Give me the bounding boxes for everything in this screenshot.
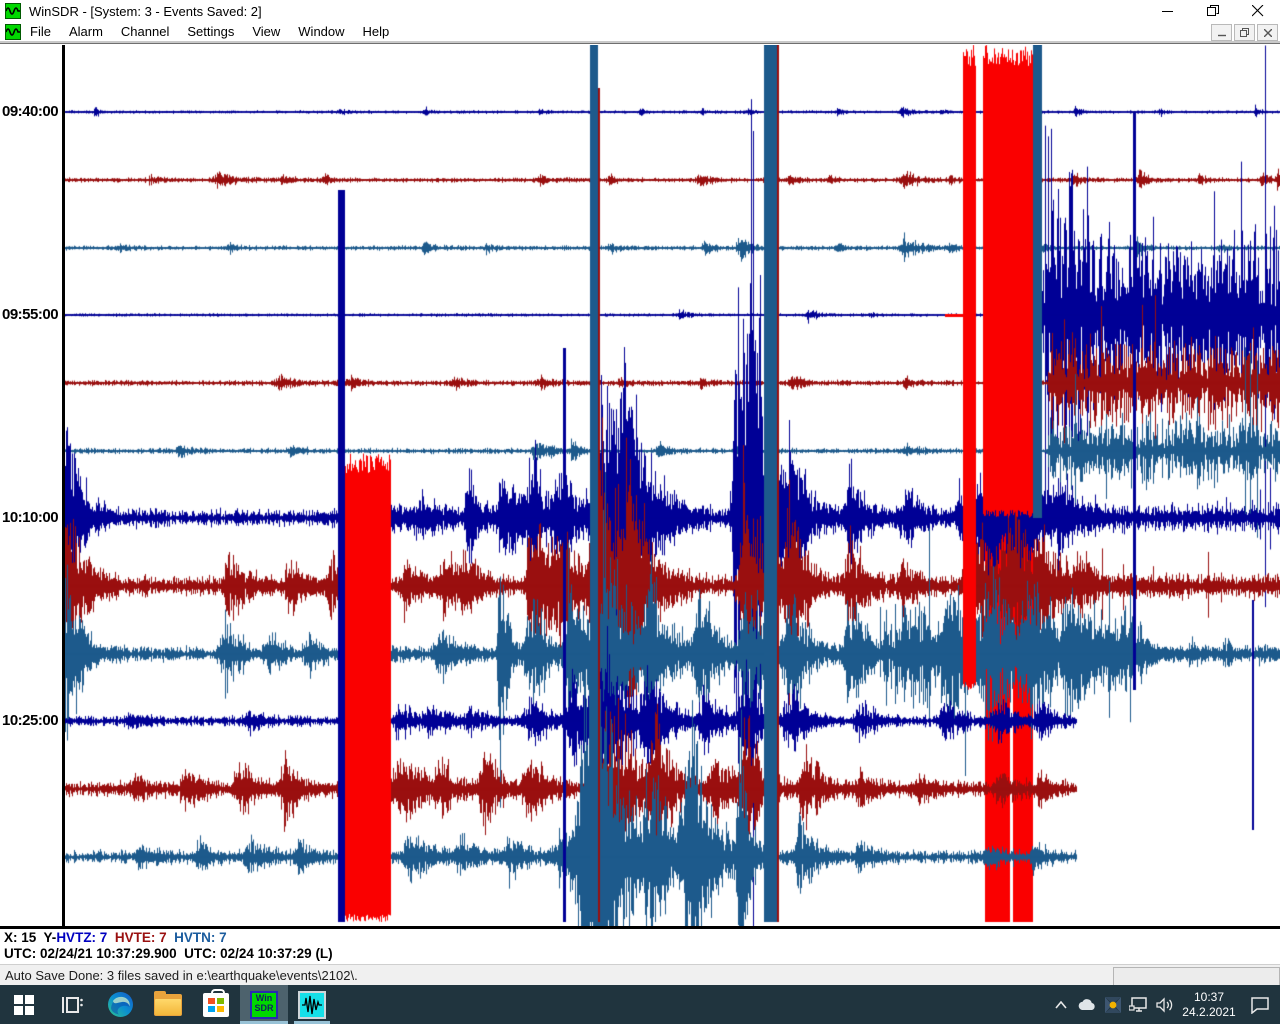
status-bar-panel	[1113, 967, 1280, 986]
channel-hvtn-value: HVTN: 7	[174, 930, 227, 945]
winsdr-app-icon	[5, 3, 21, 19]
task-view-button[interactable]	[48, 985, 96, 1024]
utc-time-local: UTC: 02/24 10:37:29 (L)	[184, 946, 333, 961]
taskbar-winsdr-button[interactable]: WinSDR	[240, 985, 288, 1024]
action-center-button[interactable]	[1240, 985, 1280, 1024]
time-label-margin: 09:40:00 09:55:00 10:10:00 10:25:00	[0, 45, 62, 926]
edge-icon	[107, 991, 134, 1018]
wave-app-icon	[298, 991, 326, 1019]
mdi-minimize-button[interactable]	[1211, 24, 1232, 41]
taskbar-clock[interactable]: 10:37 24.2.2021	[1178, 990, 1240, 1020]
taskbar-edge-button[interactable]	[96, 985, 144, 1024]
seismogram-plot[interactable]	[65, 45, 1280, 926]
autosave-message: Auto Save Done: 3 files saved in e:\eart…	[5, 968, 358, 983]
menu-window[interactable]: Window	[289, 22, 353, 41]
mdi-restore-button[interactable]	[1234, 24, 1255, 41]
time-label-1025: 10:25:00	[2, 712, 60, 729]
channel-hvtz-value: HVTZ: 7	[56, 930, 107, 945]
restore-button[interactable]	[1190, 0, 1235, 22]
file-explorer-icon	[154, 994, 182, 1016]
cursor-x-value: X: 15	[4, 930, 36, 945]
menu-channel[interactable]: Channel	[112, 22, 178, 41]
minimize-button[interactable]	[1145, 0, 1190, 22]
close-button[interactable]	[1235, 0, 1280, 22]
task-view-icon	[60, 994, 84, 1016]
time-label-1010: 10:10:00	[2, 509, 60, 526]
utc-time-full: UTC: 02/24/21 10:37:29.900	[4, 946, 177, 961]
volume-icon[interactable]	[1152, 985, 1178, 1024]
mdi-close-button[interactable]	[1257, 24, 1278, 41]
time-sync-icon[interactable]	[1100, 985, 1126, 1024]
taskbar-store-button[interactable]	[192, 985, 240, 1024]
microsoft-store-icon	[203, 993, 229, 1017]
winsdr-window: WinSDR - [System: 3 - Events Saved: 2] F…	[0, 0, 1280, 1024]
utc-status-line: UTC: 02/24/21 10:37:29.900 UTC: 02/24 10…	[4, 946, 333, 961]
menu-help[interactable]: Help	[354, 22, 399, 41]
tray-chevron-icon[interactable]	[1048, 985, 1074, 1024]
time-label-0955: 09:55:00	[2, 306, 60, 323]
network-icon[interactable]	[1126, 985, 1152, 1024]
winsdr-taskbar-icon: WinSDR	[250, 991, 278, 1019]
menu-view[interactable]: View	[243, 22, 289, 41]
status-panel: X: 15 Y-HVTZ: 7 HVTE: 7 HVTN: 7 UTC: 02/…	[0, 929, 1280, 964]
clock-date: 24.2.2021	[1178, 1005, 1240, 1020]
start-button[interactable]	[0, 985, 48, 1024]
menu-alarm[interactable]: Alarm	[60, 22, 112, 41]
menu-file[interactable]: File	[21, 22, 60, 41]
mdi-window-buttons	[1211, 24, 1278, 41]
mdi-child-icon[interactable]	[5, 24, 21, 40]
title-bar: WinSDR - [System: 3 - Events Saved: 2]	[0, 0, 1280, 22]
channel-hvte-value: HVTE: 7	[115, 930, 167, 945]
system-tray: 10:37 24.2.2021	[1048, 985, 1280, 1024]
menu-bar: File Alarm Channel Settings View Window …	[0, 22, 1280, 41]
taskbar-wave-app-button[interactable]	[288, 985, 336, 1024]
cursor-status-line: X: 15 Y-HVTZ: 7 HVTE: 7 HVTN: 7	[4, 930, 227, 945]
clock-time: 10:37	[1178, 990, 1240, 1005]
taskbar-explorer-button[interactable]	[144, 985, 192, 1024]
window-title: WinSDR - [System: 3 - Events Saved: 2]	[29, 4, 262, 19]
cursor-y-prefix: Y-	[44, 930, 57, 945]
time-label-0940: 09:40:00	[2, 103, 60, 120]
taskbar: WinSDR	[0, 985, 1280, 1024]
onedrive-cloud-icon[interactable]	[1074, 985, 1100, 1024]
autosave-status-bar: Auto Save Done: 3 files saved in e:\eart…	[0, 964, 1280, 985]
windows-logo-icon	[13, 994, 35, 1016]
menu-settings[interactable]: Settings	[178, 22, 243, 41]
